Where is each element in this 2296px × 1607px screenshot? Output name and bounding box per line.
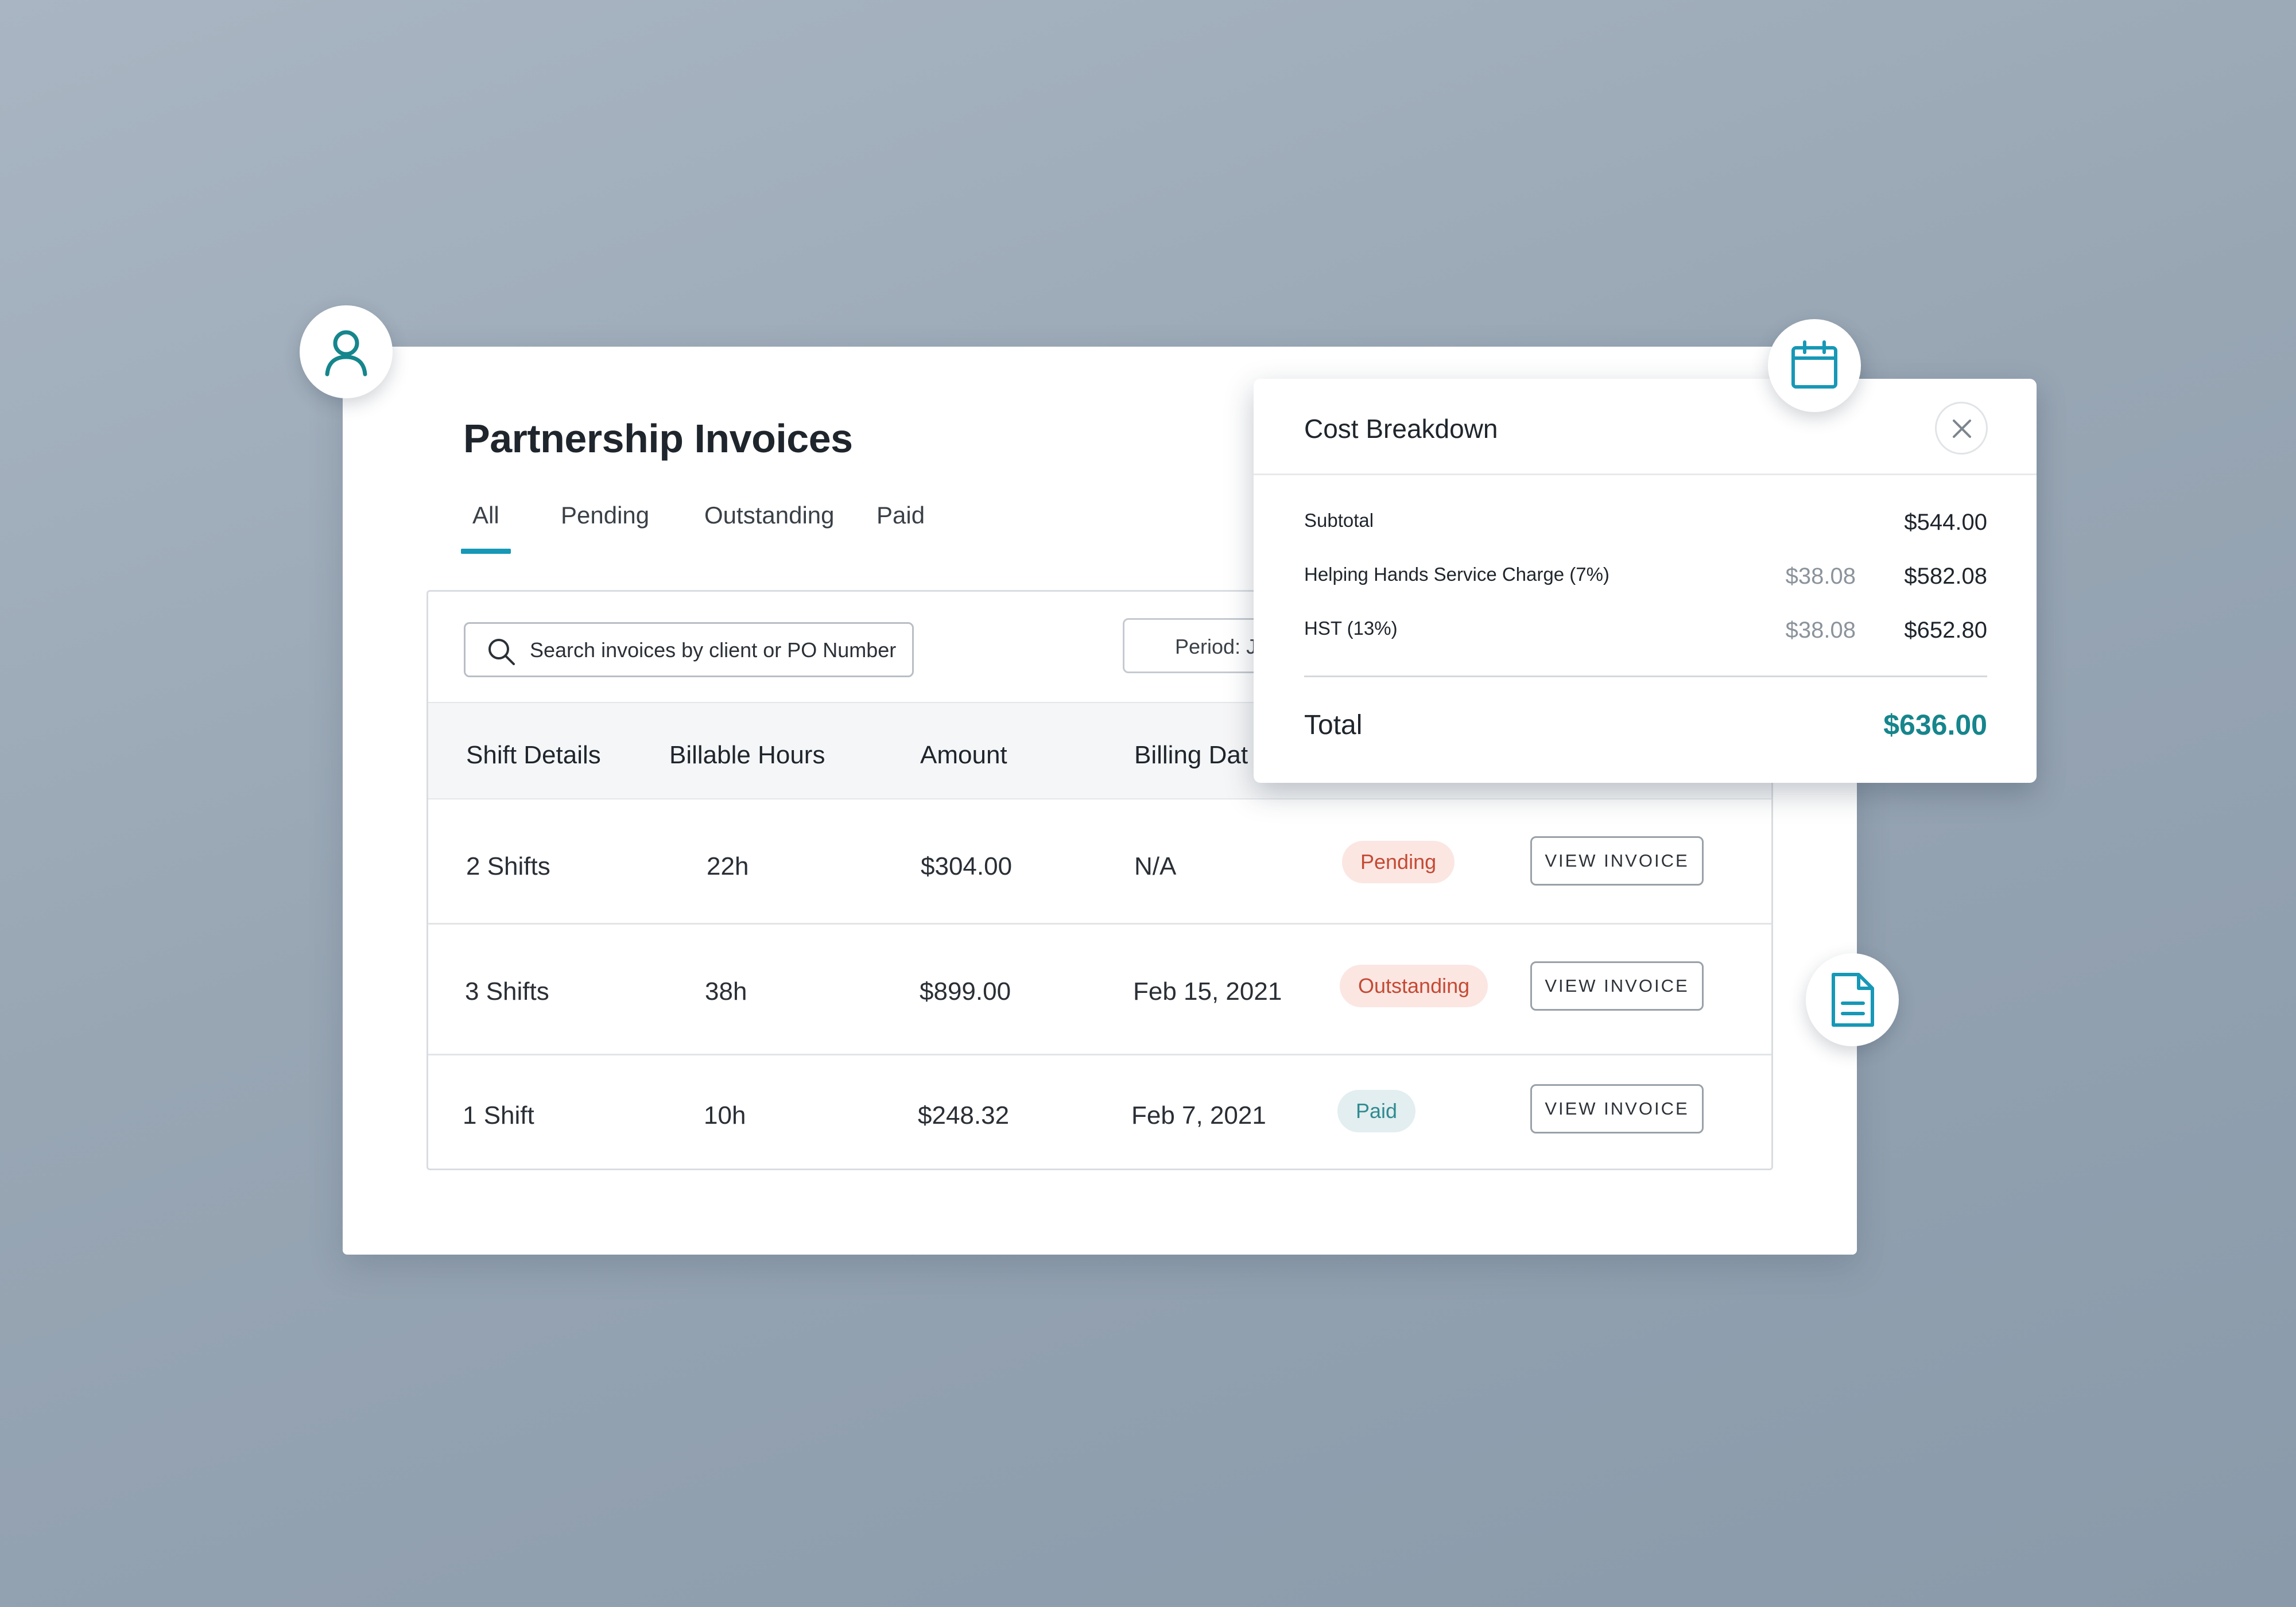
cost-line-running-total: $652.80 (1904, 618, 1987, 643)
column-header-shift-details: Shift Details (466, 741, 601, 769)
column-header-billing-date: Billing Dat (1134, 741, 1248, 769)
row-hours: 22h (707, 852, 749, 880)
cost-line-amount: $38.08 (1785, 618, 1856, 643)
row-amount: $248.32 (918, 1101, 1010, 1129)
search-input[interactable]: Search invoices by client or PO Number (464, 622, 914, 677)
row-billing-date: N/A (1134, 852, 1177, 880)
total-divider (1304, 676, 1987, 677)
table-row: 3 Shifts 38h $899.00 Feb 15, 2021 Outsta… (428, 925, 1771, 1055)
status-badge: Pending (1342, 841, 1455, 883)
cost-line-running-total: $582.08 (1904, 564, 1987, 589)
tab-all[interactable]: All (461, 502, 511, 554)
view-invoice-button[interactable]: VIEW INVOICE (1530, 836, 1704, 886)
calendar-icon (1791, 340, 1837, 389)
close-icon (1953, 420, 1971, 438)
view-invoice-button[interactable]: VIEW INVOICE (1530, 961, 1704, 1011)
status-badge: Outstanding (1340, 965, 1488, 1007)
search-placeholder: Search invoices by client or PO Number (530, 638, 897, 662)
row-hours: 38h (705, 977, 747, 1006)
row-shifts: 3 Shifts (465, 977, 549, 1006)
close-button[interactable] (1935, 402, 1988, 455)
tab-pending[interactable]: Pending (561, 502, 649, 529)
row-amount: $304.00 (921, 852, 1013, 880)
cost-breakdown-popup: Cost Breakdown Subtotal $544.00 Helping … (1254, 379, 2037, 783)
search-icon (488, 639, 515, 665)
row-hours: 10h (704, 1101, 746, 1129)
row-billing-date: Feb 15, 2021 (1133, 977, 1282, 1006)
popup-header-divider (1254, 473, 2037, 475)
total-label: Total (1304, 710, 1363, 740)
view-invoice-button[interactable]: VIEW INVOICE (1530, 1084, 1704, 1134)
user-icon (325, 330, 367, 376)
cost-line-running-total: $544.00 (1904, 510, 1987, 535)
cost-line-amount: $38.08 (1785, 564, 1856, 589)
column-header-amount: Amount (920, 741, 1007, 769)
column-header-billable-hours: Billable Hours (669, 741, 825, 769)
table-row: 1 Shift 10h $248.32 Feb 7, 2021 Paid VIE… (428, 1055, 1771, 1169)
cost-line-label: HST (13%) (1304, 618, 1398, 639)
user-avatar-button[interactable] (300, 305, 393, 398)
document-icon (1832, 973, 1874, 1027)
cost-line-label: Subtotal (1304, 510, 1374, 531)
popup-title: Cost Breakdown (1304, 414, 1498, 444)
row-amount: $899.00 (920, 977, 1011, 1006)
tab-paid[interactable]: Paid (876, 502, 925, 529)
tab-outstanding[interactable]: Outstanding (704, 502, 835, 529)
row-shifts: 2 Shifts (466, 852, 550, 880)
row-billing-date: Feb 7, 2021 (1131, 1101, 1266, 1129)
total-value: $636.00 (1883, 709, 1987, 741)
period-label: Period: J (1175, 635, 1257, 658)
row-shifts: 1 Shift (463, 1101, 534, 1129)
table-row: 2 Shifts 22h $304.00 N/A Pending VIEW IN… (428, 799, 1771, 925)
cost-line-label: Helping Hands Service Charge (7%) (1304, 564, 1609, 585)
document-button[interactable] (1806, 953, 1899, 1046)
status-badge: Paid (1337, 1090, 1416, 1132)
page-title: Partnership Invoices (463, 416, 853, 461)
calendar-button[interactable] (1768, 319, 1861, 412)
